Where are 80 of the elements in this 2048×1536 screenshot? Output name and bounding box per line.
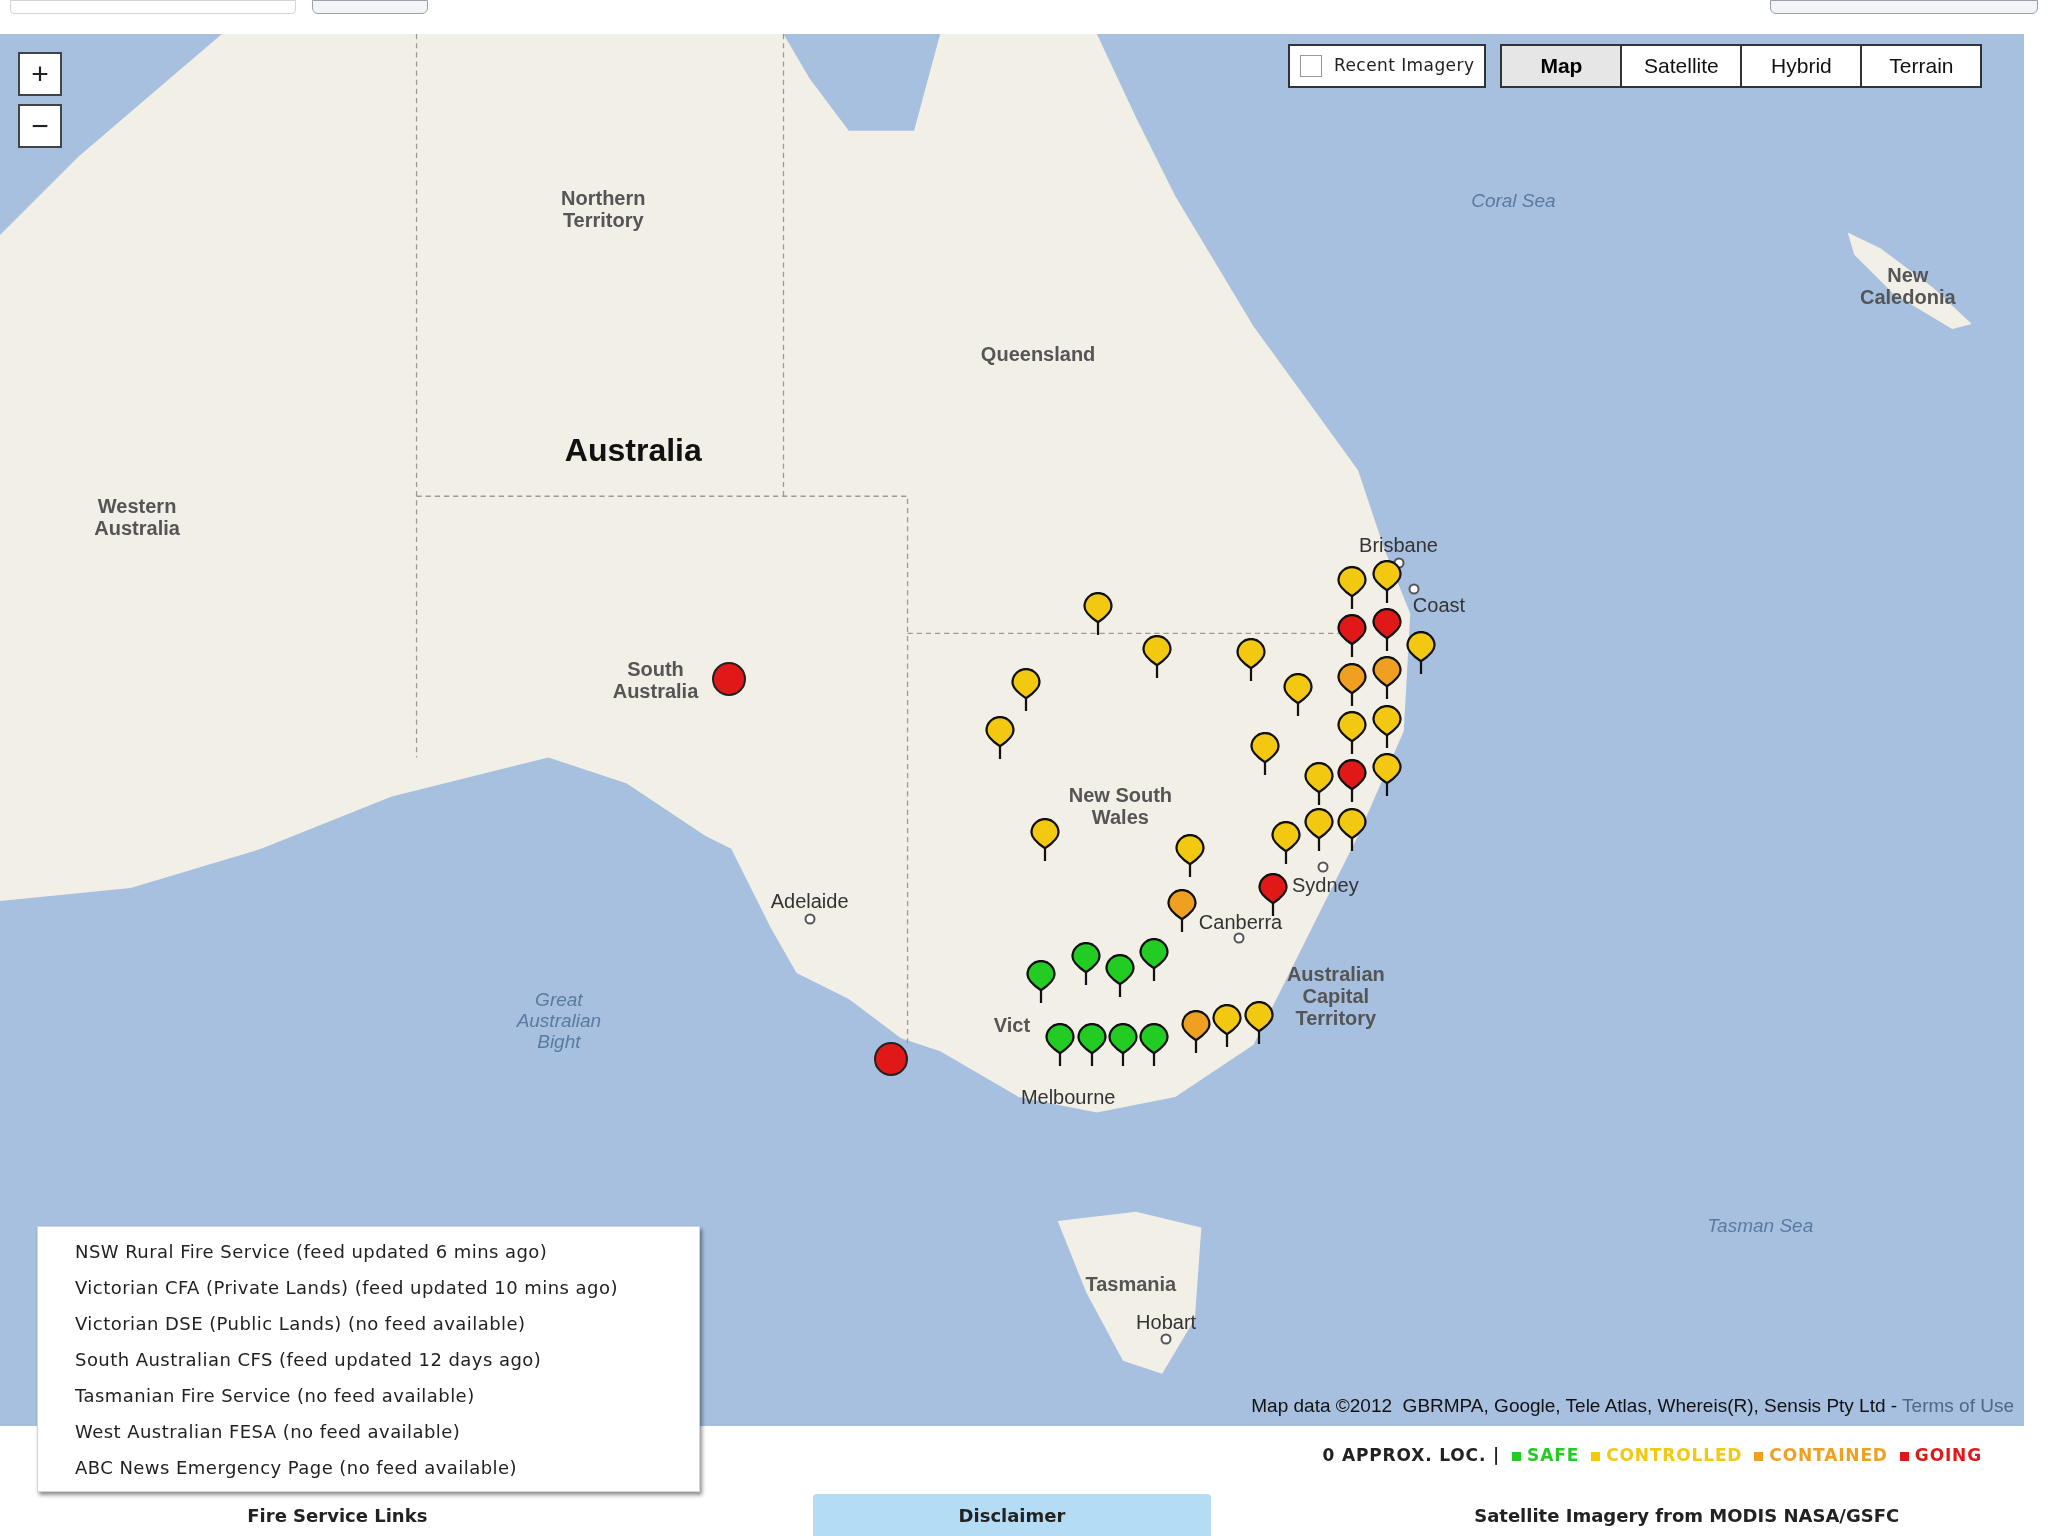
- fire-service-link[interactable]: Victorian CFA (Private Lands) (feed updated 10 mins ago): [38, 1269, 699, 1305]
- fire-marker[interactable]: [1371, 607, 1402, 652]
- fire-marker[interactable]: [1336, 566, 1367, 611]
- fire-marker[interactable]: [1141, 635, 1172, 680]
- fire-marker[interactable]: [985, 716, 1016, 761]
- search-field[interactable]: [10, 0, 296, 14]
- fire-service-link[interactable]: Tasmanian Fire Service (no feed available): [38, 1377, 699, 1413]
- bottom-tab[interactable]: Disclaimer: [813, 1494, 1211, 1536]
- fire-marker[interactable]: [1336, 662, 1367, 707]
- map-type-tab[interactable]: Satellite: [1622, 46, 1741, 86]
- fire-marker[interactable]: [1371, 656, 1402, 701]
- fire-marker[interactable]: [1108, 1023, 1138, 1068]
- map-label: Australian Capital Territory: [1285, 963, 1386, 1030]
- fire-marker[interactable]: [1235, 637, 1266, 682]
- map-label: Western Australia: [93, 495, 181, 540]
- fire-marker[interactable]: [1336, 614, 1367, 659]
- legend-prefix: 0 APPROX. LOC. |: [1322, 1444, 1501, 1468]
- fire-marker[interactable]: [1303, 762, 1334, 806]
- fire-marker[interactable]: [1076, 1023, 1107, 1068]
- checkbox-label: Recent Imagery: [1334, 54, 1475, 78]
- fire-marker[interactable]: [1250, 731, 1281, 776]
- map-label: South Australia: [611, 658, 700, 703]
- fire-marker[interactable]: [1139, 938, 1170, 983]
- map-label: Australia: [564, 432, 702, 469]
- fire-service-link[interactable]: ABC News Emergency Page (no feed available): [38, 1449, 699, 1485]
- fire-marker[interactable]: [1029, 818, 1060, 863]
- map-type-tab[interactable]: Map: [1502, 46, 1621, 86]
- map-label: Canberra: [1198, 910, 1283, 933]
- fire-marker[interactable]: [1282, 673, 1313, 718]
- fire-marker[interactable]: [1371, 704, 1402, 749]
- map-label: Adelaide: [770, 890, 849, 913]
- map-label: Great Australian Bight: [515, 989, 603, 1053]
- fire-marker[interactable]: [1174, 833, 1205, 878]
- map-label: Melbourne: [1020, 1085, 1116, 1108]
- map-label: Hobart: [1136, 1310, 1197, 1333]
- attribution-text: Map data ©2012 GBRMPA, Google, Tele Atlas, Whereis(R), Sensis Pty Ltd -: [1251, 1394, 1899, 1416]
- legend-label: GOING: [1914, 1444, 1982, 1468]
- zoom-out-button[interactable]: −: [18, 104, 62, 148]
- map-label: New South Wales: [1067, 783, 1174, 828]
- legend-label: CONTROLLED: [1606, 1444, 1743, 1468]
- map-type-tab[interactable]: Hybrid: [1742, 46, 1861, 86]
- map-label: Vict: [993, 1014, 1031, 1037]
- zoom-in-button[interactable]: +: [18, 52, 62, 96]
- fire-service-link[interactable]: West Australian FESA (no feed available): [38, 1413, 699, 1449]
- legend-label: SAFE: [1527, 1444, 1580, 1468]
- fire-marker[interactable]: [1025, 960, 1056, 1005]
- fire-marker[interactable]: [1011, 668, 1042, 712]
- fire-marker[interactable]: [1303, 807, 1334, 852]
- fire-marker[interactable]: [1045, 1023, 1076, 1068]
- map-type-tab[interactable]: Terrain: [1862, 46, 1981, 86]
- map-label: Tasmania: [1085, 1272, 1177, 1295]
- fire-marker[interactable]: [1405, 631, 1436, 676]
- recent-imagery-toggle[interactable]: Recent Imagery: [1288, 44, 1487, 88]
- fire-marker[interactable]: [1083, 592, 1114, 637]
- fire-marker[interactable]: [1212, 1003, 1243, 1048]
- map-label: Tasman Sea: [1707, 1215, 1814, 1237]
- map-label: Coral Sea: [1471, 190, 1556, 212]
- fire-marker[interactable]: [1243, 1000, 1274, 1045]
- fire-marker[interactable]: [1139, 1023, 1170, 1068]
- legend-label: CONTAINED: [1769, 1444, 1888, 1468]
- checkbox[interactable]: [1300, 55, 1322, 77]
- fire-marker[interactable]: [1105, 953, 1136, 998]
- fire-marker[interactable]: [1181, 1010, 1212, 1055]
- map-label: Coast: [1412, 593, 1466, 616]
- fire-marker[interactable]: [1271, 820, 1302, 865]
- map-label: New Caledonia: [1859, 264, 1957, 308]
- fire-service-link[interactable]: South Australian CFS (feed updated 12 days ago): [38, 1341, 699, 1377]
- fire-marker[interactable]: [1166, 888, 1197, 933]
- fire-marker[interactable]: [1336, 807, 1367, 852]
- map-label: Queensland: [980, 342, 1096, 365]
- fire-marker[interactable]: [1371, 559, 1402, 604]
- fire-marker[interactable]: [1371, 752, 1402, 797]
- fire-marker[interactable]: [1336, 759, 1367, 804]
- fire-service-link[interactable]: Victorian DSE (Public Lands) (no feed available): [38, 1305, 699, 1341]
- map-label: Brisbane: [1359, 533, 1438, 556]
- map-label: Sydney: [1292, 874, 1359, 897]
- map-label: Northern Territory: [560, 186, 647, 231]
- fire-marker[interactable]: [1336, 711, 1367, 756]
- fire-marker[interactable]: [1071, 942, 1102, 987]
- fire-service-link[interactable]: NSW Rural Fire Service (feed updated 6 mins ago): [38, 1233, 699, 1269]
